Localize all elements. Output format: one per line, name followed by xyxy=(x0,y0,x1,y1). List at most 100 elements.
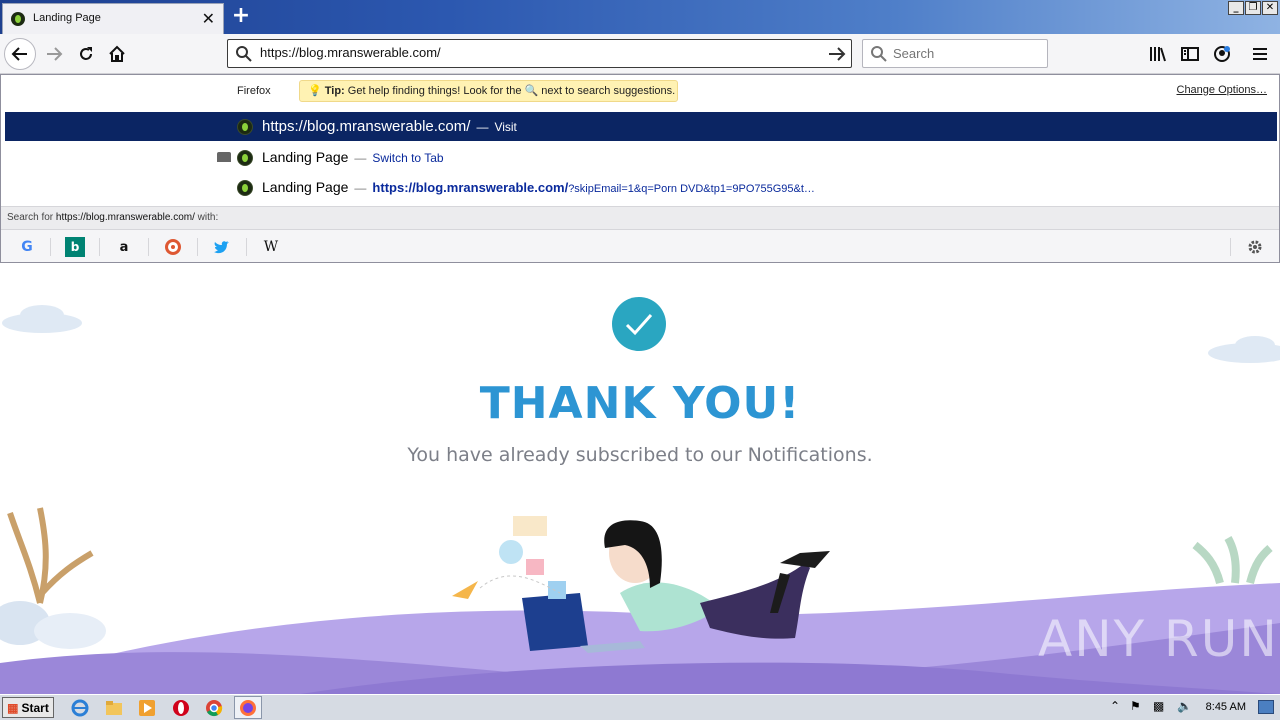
result-url: https://blog.mranswerable.com/ xyxy=(372,180,569,195)
file-explorer-icon[interactable] xyxy=(104,698,124,718)
divider xyxy=(246,238,247,256)
system-clock[interactable]: 8:45 AM xyxy=(1206,701,1246,713)
site-favicon-icon xyxy=(11,12,25,26)
title-bar: Landing Page ✕ + _ ❐ ✕ xyxy=(0,0,1280,34)
go-arrow-icon[interactable] xyxy=(828,46,846,62)
search-for-row: Search for https://blog.mranswerable.com… xyxy=(1,206,1279,230)
volume-icon[interactable]: 🔈 xyxy=(1177,699,1192,713)
twitter-icon[interactable] xyxy=(212,237,232,257)
opera-icon[interactable] xyxy=(171,698,191,718)
show-hidden-icons-chevron-icon[interactable]: ⌃ xyxy=(1110,699,1120,713)
divider xyxy=(197,238,198,256)
change-options-link[interactable]: Change Options… xyxy=(1177,84,1268,96)
search-input[interactable] xyxy=(893,46,1033,61)
search-bar[interactable] xyxy=(862,39,1048,68)
site-favicon-icon xyxy=(237,119,253,135)
divider xyxy=(1230,238,1231,256)
bing-icon[interactable]: b xyxy=(65,237,85,257)
url-input[interactable] xyxy=(260,45,820,60)
wikipedia-icon[interactable]: W xyxy=(261,237,281,257)
sidebar-icon xyxy=(1181,47,1199,61)
anyrun-watermark: ANY RUN xyxy=(1038,610,1279,668)
autocomplete-result[interactable]: Landing Page — Switch to Tab xyxy=(5,143,1277,172)
chrome-icon[interactable] xyxy=(204,698,224,718)
library-icon xyxy=(1150,47,1166,62)
internet-explorer-icon[interactable] xyxy=(70,698,90,718)
result-action: Visit xyxy=(494,120,517,134)
google-icon[interactable]: G xyxy=(17,237,37,257)
duckduckgo-logo xyxy=(165,239,181,255)
result-separator: — xyxy=(476,120,489,134)
lightbulb-icon: 💡 xyxy=(308,85,322,97)
url-autocomplete-popup: Firefox 💡 Tip: Get help finding things! … xyxy=(0,74,1280,263)
account-button[interactable] xyxy=(1206,38,1238,70)
firefox-label: Firefox xyxy=(237,85,271,97)
autocomplete-result[interactable]: Landing Page — https://blog.mranswerable.c… xyxy=(5,173,1277,202)
home-icon xyxy=(109,45,125,62)
forward-arrow-icon xyxy=(47,47,63,61)
account-icon xyxy=(1214,46,1230,62)
url-bar[interactable] xyxy=(227,39,852,68)
media-player-icon[interactable] xyxy=(137,698,157,718)
result-url-query: ?skipEmail=1&q=Porn DVD&tp1=9PO755G95&t… xyxy=(568,183,815,195)
windows-logo-icon: ▦ xyxy=(7,700,19,715)
divider xyxy=(148,238,149,256)
hamburger-menu-icon xyxy=(1253,48,1267,60)
autocomplete-result[interactable]: https://blog.mranswerable.com/ — Visit xyxy=(5,112,1277,141)
search-settings-gear-icon[interactable] xyxy=(1245,237,1265,257)
network-icon[interactable]: ▩ xyxy=(1153,699,1164,713)
browser-tab[interactable]: Landing Page ✕ xyxy=(2,3,224,34)
result-separator: — xyxy=(354,181,367,195)
success-check-icon xyxy=(612,297,666,351)
sidebar-button[interactable] xyxy=(1174,38,1206,70)
search-for-suffix: with: xyxy=(197,212,219,223)
start-label: Start xyxy=(21,700,49,715)
magnifier-icon: 🔍 xyxy=(524,85,539,97)
tip-text: Get help finding things! Look for the xyxy=(347,85,522,97)
subscription-message: You have already subscribed to our Notif… xyxy=(407,444,873,466)
tab-close-icon[interactable]: ✕ xyxy=(202,9,215,28)
firefox-icon xyxy=(240,700,256,716)
duckduckgo-icon[interactable] xyxy=(163,237,183,257)
tip-bold-label: Tip: xyxy=(324,85,345,97)
action-center-flag-icon[interactable]: ⚑ xyxy=(1130,699,1141,713)
library-button[interactable] xyxy=(1142,38,1174,70)
twitter-bird xyxy=(214,241,229,254)
tab-icon xyxy=(217,152,231,162)
home-button[interactable] xyxy=(101,38,133,70)
search-for-prefix: Search for xyxy=(7,212,54,223)
back-arrow-icon xyxy=(11,47,27,61)
reload-icon xyxy=(80,47,92,60)
windows-taskbar: ▦ Start ⌃ ⚑ ▩ 🔈 8:45 AM xyxy=(0,694,1280,720)
result-title: Landing Page xyxy=(262,179,349,195)
amazon-icon[interactable]: a xyxy=(114,237,134,257)
search-for-query: https://blog.mranswerable.com/ xyxy=(55,212,195,223)
forward-button[interactable] xyxy=(38,38,70,70)
show-desktop-button[interactable] xyxy=(1258,700,1274,714)
tip-text-2: next to search suggestions. xyxy=(541,85,676,97)
result-title: https://blog.mranswerable.com/ xyxy=(262,118,471,135)
tab-title: Landing Page xyxy=(33,12,101,24)
reload-button[interactable] xyxy=(70,38,102,70)
menu-button[interactable] xyxy=(1244,38,1276,70)
start-button[interactable]: ▦ Start xyxy=(2,697,54,718)
maximize-button[interactable]: ❐ xyxy=(1245,1,1261,15)
gear-icon xyxy=(1248,240,1262,254)
firefox-taskbar-button[interactable] xyxy=(234,696,262,719)
site-favicon-icon xyxy=(237,180,253,196)
result-title: Landing Page xyxy=(262,149,349,165)
minimize-button[interactable]: _ xyxy=(1228,1,1244,15)
result-separator: — xyxy=(354,151,367,165)
new-tab-button[interactable]: + xyxy=(231,4,251,28)
back-button[interactable] xyxy=(4,38,36,70)
result-action: Switch to Tab xyxy=(372,151,444,165)
search-icon xyxy=(236,46,252,62)
search-icon xyxy=(871,46,887,62)
close-window-button[interactable]: ✕ xyxy=(1262,1,1278,15)
one-off-search-engines: G b a W xyxy=(1,230,1279,262)
site-favicon-icon xyxy=(237,150,253,166)
popup-hint-row: Firefox 💡 Tip: Get help finding things! … xyxy=(1,75,1279,107)
divider xyxy=(50,238,51,256)
search-tip: 💡 Tip: Get help finding things! Look for… xyxy=(299,80,678,102)
cloud-left-icon xyxy=(2,305,82,333)
